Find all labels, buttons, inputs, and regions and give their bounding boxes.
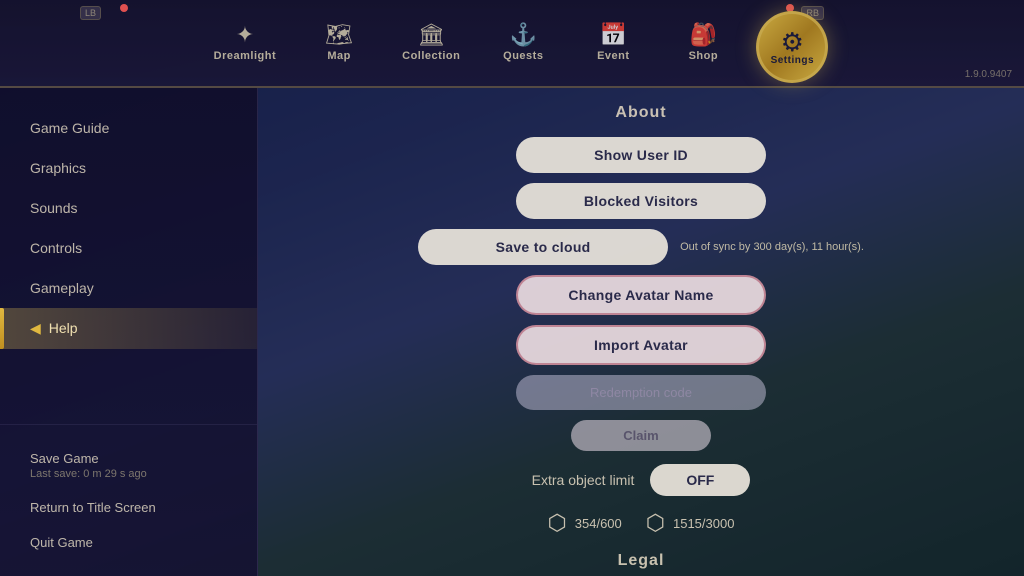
save-cloud-row: Save to cloud Out of sync by 300 day(s),… xyxy=(401,226,881,268)
count-item-1: ⬡ 354/600 xyxy=(548,510,622,536)
quests-label: Quests xyxy=(503,50,543,62)
dreamlight-icon: ✦ xyxy=(236,24,254,46)
quests-icon: ⚓ xyxy=(510,24,537,46)
show-user-id-button[interactable]: Show User ID xyxy=(516,137,766,173)
nav-item-dreamlight[interactable]: ✦ Dreamlight xyxy=(196,16,294,70)
cube-icon-2: ⬡ xyxy=(646,510,665,536)
dreamlight-label: Dreamlight xyxy=(214,50,276,62)
sync-note: Out of sync by 300 day(s), 11 hour(s). xyxy=(680,241,864,253)
settings-icon: ⚙ xyxy=(781,29,804,55)
main-content: Game Guide Graphics Sounds Controls Game… xyxy=(0,88,1024,576)
sidebar-item-return[interactable]: Return to Title Screen xyxy=(0,490,257,525)
nav-items-list: ✦ Dreamlight 🗺 Map 🏛 Collection ⚓ Quests… xyxy=(8,7,1016,79)
map-label: Map xyxy=(327,50,351,62)
lb-button[interactable]: LB xyxy=(80,6,101,20)
settings-label: Settings xyxy=(771,55,814,66)
sidebar-item-game-guide[interactable]: Game Guide xyxy=(0,108,257,148)
sidebar-item-save-game[interactable]: Save Game Last save: 0 m 29 s ago xyxy=(0,441,257,490)
collection-label: Collection xyxy=(402,50,460,62)
save-game-title: Save Game xyxy=(30,451,227,466)
redemption-code-input[interactable] xyxy=(516,375,766,410)
sidebar-item-graphics[interactable]: Graphics xyxy=(0,148,257,188)
shop-icon: 🎒 xyxy=(690,24,717,46)
sidebar-item-sounds[interactable]: Sounds xyxy=(0,188,257,228)
count-value-1: 354/600 xyxy=(575,516,622,531)
collection-icon: 🏛 xyxy=(417,24,445,46)
about-title: About xyxy=(615,104,666,122)
count-value-2: 1515/3000 xyxy=(673,516,734,531)
shop-label: Shop xyxy=(689,50,719,62)
version-label: 1.9.0.9407 xyxy=(965,69,1012,80)
extra-object-label: Extra object limit xyxy=(532,472,635,488)
sidebar-item-quit[interactable]: Quit Game xyxy=(0,525,257,560)
sidebar-item-help[interactable]: ◀Help xyxy=(0,308,257,349)
object-counts: ⬡ 354/600 ⬡ 1515/3000 xyxy=(548,510,735,536)
save-game-sub: Last save: 0 m 29 s ago xyxy=(30,468,227,480)
nav-item-quests[interactable]: ⚓ Quests xyxy=(478,16,568,70)
claim-button[interactable]: Claim xyxy=(571,420,711,451)
legal-title: Legal xyxy=(618,552,665,570)
sidebar-item-gameplay[interactable]: Gameplay xyxy=(0,268,257,308)
sidebar-item-controls[interactable]: Controls xyxy=(0,228,257,268)
cube-icon-1: ⬡ xyxy=(548,510,567,536)
settings-panel: About Show User ID Blocked Visitors Save… xyxy=(258,88,1024,576)
nav-item-collection[interactable]: 🏛 Collection xyxy=(384,16,478,70)
nav-item-event[interactable]: 📅 Event xyxy=(568,16,658,70)
import-avatar-button[interactable]: Import Avatar xyxy=(516,325,766,365)
map-icon: 🗺 xyxy=(325,24,353,46)
count-item-2: ⬡ 1515/3000 xyxy=(646,510,735,536)
nav-dot-left xyxy=(120,4,128,12)
blocked-visitors-button[interactable]: Blocked Visitors xyxy=(516,183,766,219)
change-avatar-name-button[interactable]: Change Avatar Name xyxy=(516,275,766,315)
sidebar: Game Guide Graphics Sounds Controls Game… xyxy=(0,88,258,576)
event-icon: 📅 xyxy=(600,24,627,46)
nav-item-map[interactable]: 🗺 Map xyxy=(294,16,384,70)
extra-object-toggle[interactable]: OFF xyxy=(650,464,750,496)
event-label: Event xyxy=(597,50,629,62)
nav-item-shop[interactable]: 🎒 Shop xyxy=(658,16,748,70)
save-to-cloud-button[interactable]: Save to cloud xyxy=(418,229,668,265)
nav-item-settings[interactable]: ⚙ Settings xyxy=(756,11,828,83)
extra-object-row: Extra object limit OFF xyxy=(532,464,751,496)
sidebar-bottom-section: Save Game Last save: 0 m 29 s ago Return… xyxy=(0,424,257,576)
top-navigation: LB RB ✦ Dreamlight 🗺 Map 🏛 Collection ⚓ … xyxy=(0,0,1024,88)
active-arrow: ◀ xyxy=(30,320,41,337)
